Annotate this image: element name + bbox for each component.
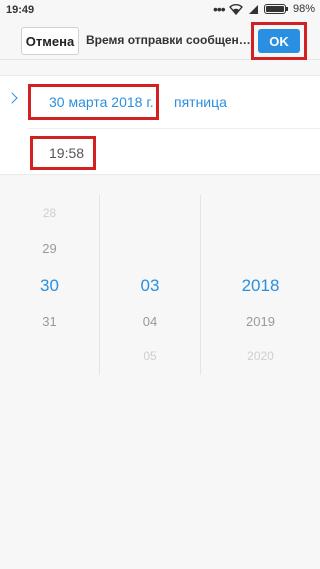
- title-bar: Отмена Время отправки сообщения OK: [0, 22, 320, 60]
- signal-icon: [248, 4, 258, 14]
- month-wheel[interactable]: 03 04 05: [100, 195, 201, 375]
- divider: [28, 128, 320, 129]
- date-wheel-picker: 28 29 30 31 03 04 05 2018 2019 2020: [0, 195, 320, 375]
- time-value[interactable]: 19:58: [49, 145, 84, 161]
- month-selected[interactable]: 03: [100, 276, 200, 296]
- wifi-icon: [228, 3, 243, 15]
- schedule-panel: 30 марта 2018 г. пятница 19:58: [0, 75, 320, 175]
- year-option[interactable]: 2019: [201, 314, 320, 329]
- day-option[interactable]: 29: [0, 241, 99, 256]
- month-option[interactable]: 04: [100, 314, 200, 329]
- month-option[interactable]: 05: [100, 349, 200, 363]
- battery-icon: [263, 4, 288, 14]
- status-time: 19:49: [6, 4, 35, 16]
- chevron-right-icon[interactable]: [6, 92, 18, 104]
- ok-highlight: OK: [251, 22, 307, 60]
- day-selected[interactable]: 30: [0, 276, 99, 296]
- ok-button[interactable]: OK: [258, 29, 300, 53]
- cancel-button[interactable]: Отмена: [21, 27, 79, 55]
- year-selected[interactable]: 2018: [201, 276, 320, 296]
- notification-dots: •••: [213, 1, 226, 17]
- day-wheel[interactable]: 28 29 30 31: [0, 195, 100, 375]
- weekday-value[interactable]: пятница: [174, 94, 227, 110]
- day-option[interactable]: 31: [0, 314, 99, 329]
- day-option[interactable]: 28: [0, 206, 99, 220]
- year-wheel[interactable]: 2018 2019 2020: [201, 195, 320, 375]
- status-icons: 98%: [228, 3, 315, 15]
- battery-percent: 98%: [292, 3, 315, 15]
- status-bar: 19:49 ••• 98%: [0, 0, 320, 22]
- date-value[interactable]: 30 марта 2018 г.: [49, 94, 154, 110]
- year-option[interactable]: 2020: [201, 349, 320, 363]
- page-title: Время отправки сообщения: [86, 33, 252, 47]
